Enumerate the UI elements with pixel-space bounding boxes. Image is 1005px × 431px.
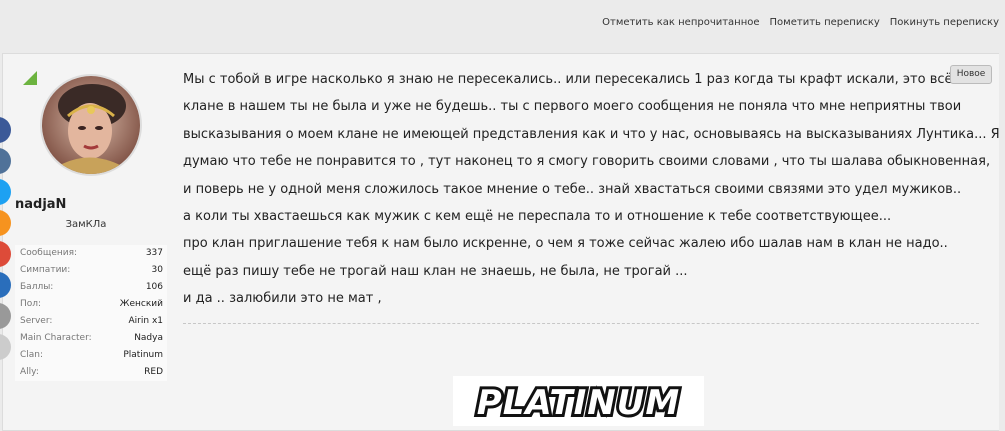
stat-value: 337 bbox=[145, 248, 163, 258]
social-share-bar bbox=[0, 117, 11, 365]
avatar-image bbox=[42, 76, 140, 174]
stat-value: 30 bbox=[151, 265, 163, 275]
email-share-icon[interactable] bbox=[0, 303, 11, 329]
conversation-toolbar: Отметить как непрочитанное Пометить пере… bbox=[0, 0, 1005, 52]
message-post: nadjaN ЗамКЛа Сообщения: 337 Симпатии: 30 … bbox=[0, 53, 1000, 431]
mark-unread-link[interactable]: Отметить как непрочитанное bbox=[602, 17, 759, 28]
avatar[interactable] bbox=[40, 74, 142, 176]
odnoklassniki-share-icon[interactable] bbox=[0, 210, 11, 236]
twitter-share-icon[interactable] bbox=[0, 179, 11, 205]
stat-label: Пол: bbox=[20, 299, 42, 309]
stat-value: Nadya bbox=[134, 333, 163, 343]
stat-row: Баллы: 106 bbox=[15, 279, 167, 296]
stat-value: Platinum bbox=[123, 350, 163, 360]
stat-row: Server: Airin x1 bbox=[15, 313, 167, 330]
message-line: а коли ты хвастаешься как мужик с кем ещ… bbox=[183, 209, 892, 225]
conversation-actions: Отметить как непрочитанное Пометить пере… bbox=[602, 17, 999, 28]
message-line: про клан приглашение тебя к нам было иск… bbox=[183, 236, 948, 252]
user-info-panel: nadjaN ЗамКЛа Сообщения: 337 Симпатии: 30 … bbox=[0, 54, 169, 430]
message-body: Мы с тобой в игре насколько я знаю не пе… bbox=[183, 66, 1000, 313]
user-title: ЗамКЛа bbox=[65, 219, 107, 230]
stat-label: Баллы: bbox=[20, 282, 54, 292]
username[interactable]: nadjaN bbox=[15, 197, 66, 212]
online-status-icon bbox=[23, 71, 37, 85]
message-line: высказывания о моем клане не имеющей пре… bbox=[183, 126, 1000, 142]
stat-row: Ally: RED bbox=[15, 364, 167, 381]
svg-text:PLATINUM: PLATINUM bbox=[477, 383, 680, 423]
signature-logo: PLATINUM bbox=[453, 376, 704, 426]
stat-row: Main Character: Nadya bbox=[15, 330, 167, 347]
user-stats: Сообщения: 337 Симпатии: 30 Баллы: 106 Пол:… bbox=[15, 245, 167, 381]
vk-share-icon[interactable] bbox=[0, 148, 11, 174]
stat-label: Сообщения: bbox=[20, 248, 78, 258]
stat-label: Main Character: bbox=[20, 333, 92, 343]
signature-divider bbox=[183, 323, 979, 324]
message-line: клане в нашем ты не была и уже не будешь… bbox=[183, 99, 962, 115]
stat-row: Симпатии: 30 bbox=[15, 262, 167, 279]
mark-conversation-link[interactable]: Пометить переписку bbox=[770, 17, 880, 28]
stat-label: Clan: bbox=[20, 350, 44, 360]
stat-value: Женский bbox=[119, 299, 163, 309]
leave-conversation-link[interactable]: Покинуть переписку bbox=[890, 17, 999, 28]
message-line: и поверь не у одной меня сложилось такое… bbox=[183, 181, 962, 197]
stat-value: Airin x1 bbox=[128, 316, 163, 326]
facebook-share-icon[interactable] bbox=[0, 117, 11, 143]
stat-row: Пол: Женский bbox=[15, 296, 167, 313]
message-line: ещё раз пишу тебе не трогай наш клан не … bbox=[183, 263, 688, 279]
stat-row: Сообщения: 337 bbox=[15, 245, 167, 262]
linkedin-share-icon[interactable] bbox=[0, 272, 11, 298]
stat-value: 106 bbox=[145, 282, 163, 292]
google-plus-share-icon[interactable] bbox=[0, 241, 11, 267]
new-badge: Новое bbox=[950, 65, 992, 84]
stat-label: Ally: bbox=[20, 367, 39, 377]
stat-label: Симпатии: bbox=[20, 265, 71, 275]
stat-label: Server: bbox=[20, 316, 53, 326]
more-share-icon[interactable] bbox=[0, 334, 11, 360]
platinum-logo: PLATINUM bbox=[474, 380, 682, 426]
stat-value: RED bbox=[144, 367, 163, 377]
stat-row: Clan: Platinum bbox=[15, 347, 167, 364]
message-line: Мы с тобой в игре насколько я знаю не пе… bbox=[183, 72, 973, 87]
message-line: думаю что тебе не понравится то , тут на… bbox=[183, 154, 991, 170]
message-line: и да .. залюбили это не мат , bbox=[183, 291, 382, 307]
